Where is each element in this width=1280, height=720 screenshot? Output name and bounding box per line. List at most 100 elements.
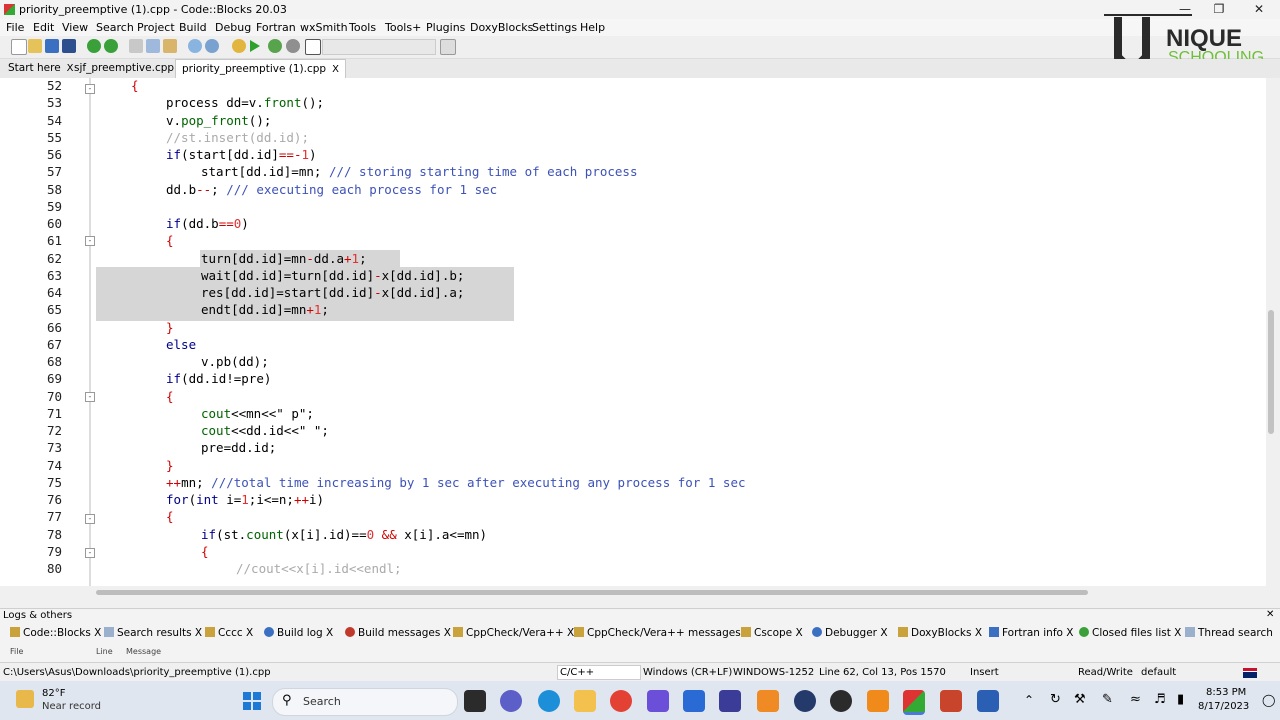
horizontal-scroll-thumb[interactable]: [96, 590, 1088, 595]
fold-toggle-icon[interactable]: -: [85, 392, 95, 402]
line-number: 67: [46, 337, 62, 352]
tab-priority-preemptive[interactable]: priority_preemptive (1).cpp X: [175, 59, 346, 78]
weather-icon[interactable]: [16, 690, 34, 708]
menu-file[interactable]: File: [6, 21, 24, 34]
close-tab-icon[interactable]: X: [332, 64, 339, 75]
code-line: turn[dd.id]=mn-dd.a+1;: [201, 251, 367, 266]
edge-icon[interactable]: [538, 690, 560, 712]
run-icon[interactable]: [250, 40, 260, 52]
tab-search-results[interactable]: Search results X: [104, 627, 202, 639]
code-line: if(start[dd.id]==-1): [166, 147, 317, 162]
chevron-up-icon[interactable]: ⌃: [1024, 693, 1034, 707]
menu-tools[interactable]: Tools: [349, 21, 376, 34]
tab-cppcheck-vera[interactable]: CppCheck/Vera++ X: [453, 627, 574, 639]
battery-icon[interactable]: ▮: [1177, 692, 1184, 707]
menu-fortran[interactable]: Fortran: [256, 21, 296, 34]
code-line: }: [166, 320, 174, 335]
notification-bell-icon[interactable]: ◯: [1262, 693, 1275, 707]
menu-edit[interactable]: Edit: [33, 21, 54, 34]
sync-icon[interactable]: ↻: [1050, 692, 1061, 707]
menu-help[interactable]: Help: [580, 21, 605, 34]
menu-view[interactable]: View: [62, 21, 88, 34]
vertical-scroll-thumb[interactable]: [1268, 310, 1274, 434]
menu-wxsmith[interactable]: wxSmith: [300, 21, 348, 34]
save-icon[interactable]: [45, 39, 59, 53]
menu-settings[interactable]: Settings: [532, 21, 577, 34]
mail-icon[interactable]: [683, 690, 705, 712]
fold-toggle-icon[interactable]: -: [85, 548, 95, 558]
tab-codeblocks-log[interactable]: Code::Blocks X: [10, 627, 101, 639]
wifi-icon[interactable]: ≈: [1130, 692, 1141, 707]
file-explorer-icon[interactable]: [574, 690, 596, 712]
tab-cccc[interactable]: Cccc X: [205, 627, 253, 639]
tab-label: priority_preemptive (1).cpp: [182, 63, 327, 75]
app-icon[interactable]: [647, 690, 669, 712]
chrome-icon[interactable]: [610, 690, 632, 712]
tab-debugger[interactable]: Debugger X: [812, 627, 888, 639]
tab-thread-search[interactable]: Thread search: [1185, 627, 1273, 639]
task-view-icon[interactable]: [464, 690, 486, 712]
visual-studio-icon[interactable]: [719, 690, 741, 712]
abort-icon[interactable]: [305, 39, 321, 55]
tab-closed-files-list[interactable]: Closed files list X: [1079, 627, 1181, 639]
line-number: 73: [46, 440, 62, 455]
github-desktop-icon[interactable]: [830, 690, 852, 712]
sublime-text-icon[interactable]: [757, 690, 779, 712]
search-icon: ⚲: [282, 693, 292, 708]
menu-project[interactable]: Project: [137, 21, 175, 34]
clock-date[interactable]: 8/17/2023: [1198, 701, 1249, 712]
build-gear-icon[interactable]: [232, 39, 246, 53]
fold-toggle-icon[interactable]: -: [85, 84, 95, 94]
line-number: 79: [46, 544, 62, 559]
replace-icon[interactable]: [205, 39, 219, 53]
tab-build-log[interactable]: Build log X: [264, 627, 333, 639]
line-number: 54: [46, 113, 62, 128]
taskbar-search-box[interactable]: ⚲ Search: [272, 688, 458, 716]
paste-icon[interactable]: [163, 39, 177, 53]
menu-build[interactable]: Build: [179, 21, 207, 34]
eclipse-icon[interactable]: [794, 690, 816, 712]
open-icon[interactable]: [28, 39, 42, 53]
target-options-icon[interactable]: [440, 39, 456, 55]
volume-icon[interactable]: ♬: [1154, 692, 1166, 707]
redo-icon[interactable]: [104, 39, 118, 53]
copy-icon[interactable]: [146, 39, 160, 53]
clock-time[interactable]: 8:53 PM: [1206, 687, 1246, 698]
new-file-icon[interactable]: [11, 39, 27, 55]
undo-icon[interactable]: [87, 39, 101, 53]
fold-toggle-icon[interactable]: -: [85, 236, 95, 246]
tool-icon[interactable]: ⚒: [1074, 692, 1086, 707]
menu-search[interactable]: Search: [96, 21, 134, 34]
close-icon[interactable]: ✕: [1266, 609, 1274, 620]
tab-build-messages[interactable]: Build messages X: [345, 627, 451, 639]
menu-debug[interactable]: Debug: [215, 21, 251, 34]
vlc-icon[interactable]: [867, 690, 889, 712]
word-icon[interactable]: [977, 690, 999, 712]
save-all-icon[interactable]: [62, 39, 76, 53]
powerpoint-icon[interactable]: [940, 690, 962, 712]
code-line: cout<<mn<<" p";: [201, 406, 314, 421]
code-line: //cout<<x[i].id<<endl;: [236, 561, 402, 576]
status-cursor-position: Line 62, Col 13, Pos 1570: [819, 667, 946, 678]
document-icon: [574, 627, 584, 637]
code-line: dd.b--; /// executing each process for 1…: [166, 182, 498, 197]
codeblocks-taskbar-icon[interactable]: [903, 690, 925, 715]
rebuild-icon[interactable]: [286, 39, 300, 53]
tab-fortran-info[interactable]: Fortran info X: [989, 627, 1074, 639]
build-target-dropdown[interactable]: [322, 39, 436, 55]
build-run-icon[interactable]: [268, 39, 282, 53]
teams-chat-icon[interactable]: [500, 690, 522, 712]
find-icon[interactable]: [188, 39, 202, 53]
pen-icon[interactable]: ✎: [1102, 692, 1113, 707]
line-number: 55: [46, 130, 62, 145]
windows-start-icon[interactable]: [242, 691, 262, 711]
cut-icon[interactable]: [129, 39, 143, 53]
menu-plugins[interactable]: Plugins: [426, 21, 465, 34]
menu-doxyblocks[interactable]: DoxyBlocks: [470, 21, 533, 34]
menu-tools-plus[interactable]: Tools+: [385, 21, 421, 34]
tab-doxyblocks[interactable]: DoxyBlocks X: [898, 627, 982, 639]
code-editor[interactable]: - - - - - 52 53 54 55 56 57 58 59 60 61 …: [0, 78, 1266, 586]
fold-toggle-icon[interactable]: -: [85, 514, 95, 524]
tab-cscope[interactable]: Cscope X: [741, 627, 803, 639]
tab-cppcheck-vera-messages[interactable]: CppCheck/Vera++ messages X: [574, 627, 751, 639]
